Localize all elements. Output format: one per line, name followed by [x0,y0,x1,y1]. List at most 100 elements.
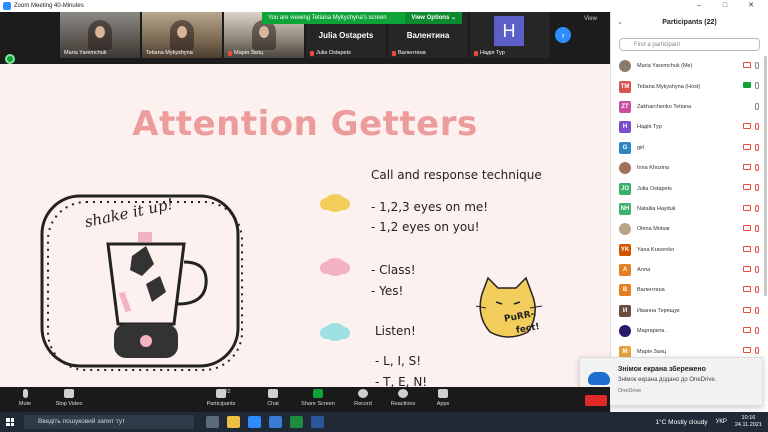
camera-off-icon [743,225,751,232]
pink-bullet-icon [320,258,350,276]
participant-row[interactable]: YK Yana Kravenko [611,240,768,260]
participant-search-input[interactable]: Find a participant [619,38,760,51]
participant-row[interactable]: ZT Zakharchenko Tetiana [611,97,768,117]
participant-row[interactable]: Ggirl [611,138,768,158]
tile-name: Maria Yaremchuk [64,50,107,56]
windows-start-icon[interactable] [6,418,14,426]
participant-scrollbar[interactable] [764,56,767,296]
participant-status-icons [743,306,759,314]
participant-row[interactable]: В Валентина [611,280,768,300]
next-page-arrow-icon[interactable]: › [555,27,571,43]
mic-off-icon [228,50,232,56]
edge-icon[interactable] [269,416,282,428]
participant-row[interactable]: NH Nataliia Hayduk [611,199,768,219]
participant-row[interactable]: Maria Yaremchuk (Me) [611,56,768,76]
participant-row[interactable]: Маргарита . [611,321,768,341]
chat-icon [268,389,278,398]
tile-name: Julia Ostapets [310,50,351,56]
taskbar-search-input[interactable]: Введіть пошуковий запит тут [24,415,194,429]
zoom-taskbar-icon[interactable] [248,416,261,428]
word-icon[interactable] [311,416,324,428]
window-title: Zoom Meeting 40-Minutes [14,3,84,9]
participant-row[interactable]: И Иванна Терещук [611,301,768,321]
participant-row[interactable]: Н Надія Тур [611,117,768,137]
camera-off-icon [743,327,751,334]
security-shield-icon[interactable] [5,54,15,64]
chevron-down-icon[interactable]: ⌄ [617,12,623,34]
avatar [619,162,631,175]
chat-button[interactable]: Chat [248,389,298,407]
participant-list: Maria Yaremchuk (Me) TM Tetiana Mykyshyna … [611,56,768,362]
camera-off-icon [743,265,751,272]
microphone-icon [755,82,759,90]
participant-status-icons [743,225,759,233]
participant-status-icons [743,163,759,171]
slide-line: - 1,2 eyes on you! [371,220,480,234]
system-tray: 1°C Mostly cloudy УКР 10:16 24.11.2021 [655,412,762,432]
mute-button[interactable]: Mute [0,389,50,407]
weather-widget[interactable]: 1°C Mostly cloudy [655,419,707,426]
mic-off-icon [755,143,759,151]
tile-big-name: Julia Ostapets [318,30,374,40]
avatar: И [619,304,631,317]
participant-row[interactable]: JO Julia Ostapets [611,178,768,198]
participants-panel: ⌄ Participants (22) Find a participant M… [610,12,768,412]
notification-title: Знімок екрана збережено [618,366,706,373]
view-button[interactable]: View [584,16,597,22]
participant-row[interactable]: TM Tetiana Mykyshyna (Host) [611,76,768,96]
participant-status-icons [743,245,759,253]
participant-row[interactable]: Olena Motsar [611,219,768,239]
windows-taskbar: Введіть пошуковий запит тут 1°C Mostly c… [0,412,768,432]
share-screen-button[interactable]: Share Screen [293,389,343,407]
camera-off-icon [743,286,751,293]
participant-video [88,20,112,50]
mic-off-icon [755,204,759,212]
stop-video-button[interactable]: Stop Video [44,389,94,407]
participant-status-icons [743,265,759,273]
camera-off-icon [743,143,751,150]
camera-off-icon [743,245,751,252]
window-titlebar: Zoom Meeting 40-Minutes – □ ✕ [0,0,768,12]
file-explorer-icon[interactable] [227,416,240,428]
avatar [619,223,631,236]
camera-off-icon [743,184,751,191]
share-banner: You are viewing Tetiana Mykyshyna's scre… [262,12,462,24]
tile-name: Надія Тур [474,50,505,56]
participant-status-icons [755,102,759,110]
participant-status-icons [743,123,759,131]
participant-status-icons [743,143,759,151]
video-tile[interactable]: Maria Yaremchuk [60,12,140,58]
language-indicator[interactable]: УКР [716,419,727,425]
camera-off-icon [743,163,751,170]
task-view-icon[interactable] [206,416,219,428]
avatar [619,325,631,338]
avatar: В [619,284,631,297]
camera-on-icon [743,82,751,89]
participants-title: Participants (22) [662,19,717,26]
end-meeting-button[interactable] [585,395,607,406]
view-options-button[interactable]: View Options ⌄ [405,12,462,24]
participants-button[interactable]: 22 Participants [196,389,246,407]
video-tile[interactable]: H Надія Тур [470,12,550,58]
slide-line: - T, E, N! [375,375,428,387]
avatar: TM [619,80,631,93]
video-tile[interactable]: Tetiana Mykyshyna [142,12,222,58]
avatar: ZT [619,100,631,113]
tile-name: Tetiana Mykyshyna [146,50,193,56]
camera-off-icon [743,62,751,68]
microphone-icon [22,389,28,398]
reactions-icon [398,389,408,398]
mic-off-icon [755,286,759,294]
minimize-button[interactable]: – [686,0,712,12]
taskbar-clock[interactable]: 10:16 24.11.2021 [735,415,762,429]
participant-row[interactable]: А Алла [611,260,768,280]
share-screen-icon [313,389,323,398]
close-button[interactable]: ✕ [738,0,764,12]
participant-row[interactable]: Inna Khozina [611,158,768,178]
apps-button[interactable]: Apps [418,389,468,407]
chrome-icon[interactable] [290,416,303,428]
shared-screen-slide: Attention Getters shake it up! Call and … [0,64,610,387]
maximize-button[interactable]: □ [712,0,738,12]
camera-off-icon [743,306,751,313]
avatar: М [619,345,631,358]
